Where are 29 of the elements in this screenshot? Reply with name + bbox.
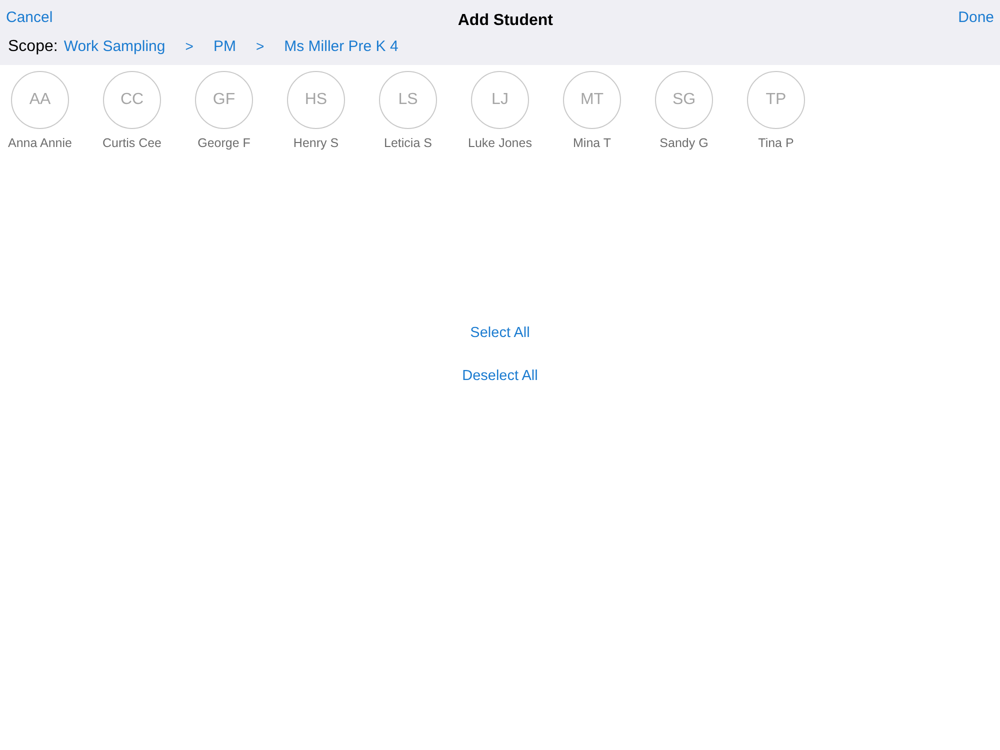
- student-name: Tina P: [758, 136, 794, 150]
- done-button[interactable]: Done: [958, 6, 994, 26]
- breadcrumb-separator: >: [185, 38, 194, 54]
- student-name: Curtis Cee: [102, 136, 162, 150]
- student-name: Mina T: [573, 136, 611, 150]
- student-name: Anna Annie: [8, 136, 72, 150]
- student-name: Sandy G: [660, 136, 708, 150]
- breadcrumb-link[interactable]: Work Sampling: [64, 38, 166, 55]
- deselect-all-button[interactable]: Deselect All: [462, 368, 538, 384]
- select-all-button[interactable]: Select All: [470, 325, 530, 341]
- student-avatar[interactable]: SG: [655, 71, 713, 129]
- student-avatar[interactable]: HS: [287, 71, 345, 129]
- student-name: Henry S: [293, 136, 339, 150]
- screen-title: Add Student: [458, 11, 553, 30]
- student-avatar[interactable]: LS: [379, 71, 437, 129]
- cancel-button[interactable]: Cancel: [6, 6, 53, 26]
- student-avatar[interactable]: TP: [747, 71, 805, 129]
- student-name: Luke Jones: [468, 136, 532, 150]
- student-name: Leticia S: [384, 136, 432, 150]
- breadcrumb-link[interactable]: PM: [213, 38, 236, 55]
- breadcrumb-link[interactable]: Ms Miller Pre K 4: [284, 38, 398, 55]
- scope-label: Scope:: [8, 38, 58, 56]
- student-name: George F: [198, 136, 250, 150]
- student-avatar[interactable]: GF: [195, 71, 253, 129]
- student-avatar[interactable]: AA: [11, 71, 69, 129]
- student-avatar[interactable]: LJ: [471, 71, 529, 129]
- breadcrumb-separator: >: [256, 38, 264, 54]
- student-avatar[interactable]: CC: [103, 71, 161, 129]
- student-avatar[interactable]: MT: [563, 71, 621, 129]
